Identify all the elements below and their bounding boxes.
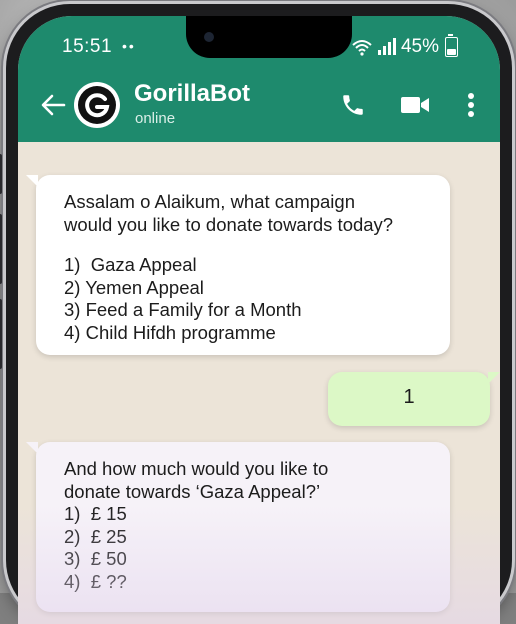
message-option: 4) Child Hifdh programme — [64, 321, 276, 343]
bubble-tail — [26, 175, 38, 187]
more-options-button[interactable] — [454, 88, 488, 122]
bubble-tail — [488, 372, 500, 384]
message-option: 3) Feed a Family for a Month — [64, 299, 302, 320]
gorilla-logo-icon — [78, 86, 116, 124]
video-call-button[interactable] — [398, 88, 432, 122]
app-bar: GorillaBot online — [18, 76, 500, 136]
phone-screen: 15:51 •• 45% GorillaBot online Assalam o… — [18, 16, 500, 624]
bubble-tail — [26, 442, 38, 454]
battery-icon — [445, 34, 458, 57]
front-camera — [204, 32, 214, 42]
chat-area: Assalam o Alaikum, what campaign would y… — [18, 142, 500, 624]
message-option: 1) Gaza Appeal — [64, 254, 197, 275]
message-line: And how much would you like to — [64, 458, 329, 479]
status-time: 15:51 — [62, 36, 113, 57]
message-line: would you like to donate towards today? — [64, 213, 394, 235]
status-right: 45% — [351, 34, 458, 58]
message-option: 2) £ 25 — [64, 525, 127, 547]
back-arrow-icon[interactable] — [38, 90, 68, 120]
chat-header: 15:51 •• 45% GorillaBot online — [18, 16, 500, 142]
message-text: Assalam o Alaikum, what campaign would y… — [64, 191, 434, 344]
message-text: 1 — [403, 386, 415, 408]
message-line — [64, 236, 434, 254]
message-option: 2) Yemen Appeal — [64, 276, 204, 298]
phone-icon — [343, 95, 363, 115]
avatar[interactable] — [74, 82, 120, 128]
message-option: 3) £ 50 — [64, 548, 127, 569]
video-camera-icon — [401, 97, 429, 113]
outgoing-message: 1 — [328, 372, 500, 426]
message-option: 1) £ 15 — [64, 503, 127, 524]
more-vertical-icon — [468, 93, 474, 117]
message-text: And how much would you like to donate to… — [64, 458, 434, 593]
phone-frame: 15:51 •• 45% GorillaBot online Assalam o… — [0, 4, 512, 624]
contact-status: online — [135, 110, 176, 127]
incoming-message: And how much would you like to donate to… — [26, 442, 450, 612]
incoming-message: Assalam o Alaikum, what campaign would y… — [26, 175, 450, 355]
volume-up-button — [0, 214, 2, 284]
message-line: Assalam o Alaikum, what campaign — [64, 191, 355, 212]
wifi-icon — [352, 40, 372, 56]
volume-down-button — [0, 299, 2, 369]
mute-switch — [0, 154, 2, 194]
voice-call-button[interactable] — [336, 88, 370, 122]
status-dots: •• — [122, 38, 136, 54]
message-option: 4) £ ?? — [64, 570, 127, 592]
signal-icon — [377, 38, 396, 55]
message-line: donate towards ‘Gaza Appeal?’ — [64, 480, 321, 502]
contact-name[interactable]: GorillaBot — [134, 80, 250, 108]
battery-percent: 45% — [400, 36, 439, 57]
battery-level — [447, 48, 456, 55]
